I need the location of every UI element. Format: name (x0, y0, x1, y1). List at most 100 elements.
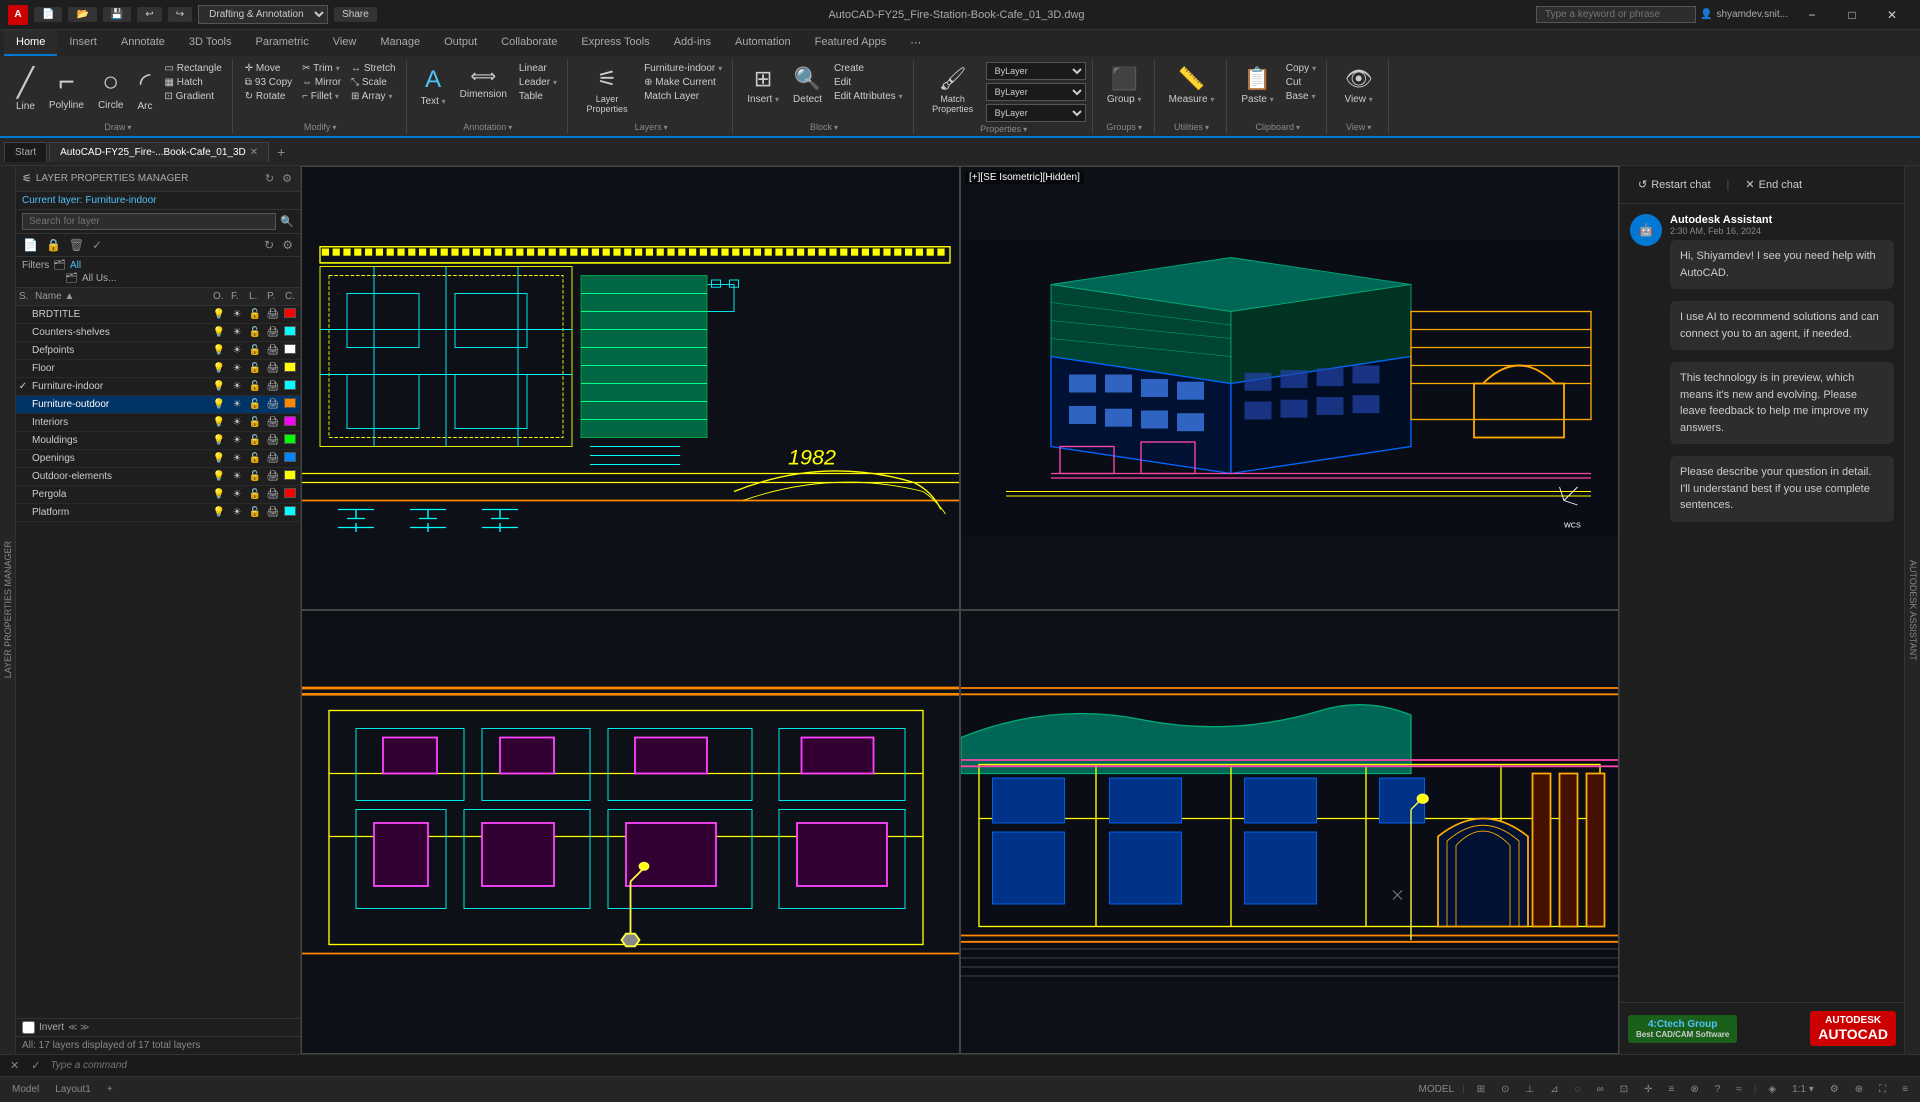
layer-search-input[interactable] (22, 213, 276, 230)
view-button[interactable]: 👁 View ▾ (1338, 62, 1378, 109)
utilities-group-arrow[interactable]: ▾ (1205, 123, 1209, 132)
layer-color-8[interactable] (282, 451, 300, 466)
properties-group-arrow[interactable]: ▾ (1023, 125, 1027, 134)
layer-color-3[interactable] (282, 361, 300, 376)
layer-panel-refresh[interactable]: ↻ (263, 170, 276, 187)
close-tab-icon[interactable]: ✕ (250, 147, 258, 158)
minimize-button[interactable]: − (1792, 0, 1832, 30)
ortho-toggle[interactable]: ⊥ (1522, 1082, 1539, 1097)
autodesk-assistant-tab[interactable]: AUTODESK ASSISTANT (1906, 552, 1920, 669)
col-status[interactable]: S. (16, 290, 32, 303)
viewport-top-right[interactable]: [+][SE Isometric][Hidden] (960, 166, 1619, 610)
layer-freeze-7[interactable]: ☀ (228, 434, 246, 447)
tab-collaborate[interactable]: Collaborate (489, 30, 569, 56)
quick-access-open[interactable]: 📂 (68, 7, 96, 22)
model-button[interactable]: Model (8, 1082, 43, 1097)
layer-lock-11[interactable]: 🔓 (246, 506, 264, 519)
layer-manager-tab-label[interactable]: LAYER PROPERTIES MANAGER (1, 533, 15, 686)
layer-plot-7[interactable]: 🖨 (264, 434, 282, 447)
layer-color-2[interactable] (282, 343, 300, 358)
anno-toggle[interactable]: 1:1 ▾ (1788, 1082, 1818, 1097)
tab-parametric[interactable]: Parametric (244, 30, 321, 56)
rectangle-button[interactable]: ▭ Rectangle (161, 62, 226, 75)
close-button[interactable]: ✕ (1872, 0, 1912, 30)
layout1-button[interactable]: Layout1 (51, 1082, 95, 1097)
layer-row-10[interactable]: Pergola 💡 ☀ 🔓 🖨 (16, 486, 300, 504)
hatch-button[interactable]: ▦ Hatch (161, 76, 226, 89)
full-screen[interactable]: ⛶ (1875, 1082, 1890, 1097)
col-color[interactable]: C. (282, 290, 300, 303)
edit-block-button[interactable]: Edit (830, 76, 907, 89)
tp-toggle[interactable]: ⊗ (1686, 1082, 1702, 1097)
all-layers-label[interactable]: All (70, 260, 81, 271)
polyline-button[interactable]: ⌐ Polyline (43, 62, 90, 115)
layer-row-4[interactable]: ✓ Furniture-indoor 💡 ☀ 🔓 🖨 (16, 378, 300, 396)
layer-row-8[interactable]: Openings 💡 ☀ 🔓 🖨 (16, 450, 300, 468)
layer-lock-0[interactable]: 🔓 (246, 308, 264, 321)
layer-freeze-11[interactable]: ☀ (228, 506, 246, 519)
polar-toggle[interactable]: ⊿ (1546, 1082, 1562, 1097)
clipboard-group-arrow[interactable]: ▾ (1296, 123, 1300, 132)
viewport-bottom-right[interactable] (960, 610, 1619, 1054)
circle-button[interactable]: ○ Circle (92, 62, 130, 115)
layer-freeze-1[interactable]: ☀ (228, 326, 246, 339)
set-current-btn[interactable]: ✓ (89, 236, 105, 254)
layer-on-3[interactable]: 💡 (210, 362, 228, 375)
gradient-button[interactable]: ⊡ Gradient (161, 90, 226, 103)
quick-access-save[interactable]: 💾 (103, 7, 131, 22)
layer-color-11[interactable] (282, 505, 300, 520)
search-input[interactable] (1536, 6, 1696, 23)
quick-access-redo[interactable]: ↪ (168, 7, 192, 22)
restart-chat-button[interactable]: ↺ Restart chat (1630, 174, 1719, 195)
array-button[interactable]: ⊞ Array ▾ (347, 90, 399, 103)
tab-more[interactable]: ⋯ (898, 30, 933, 56)
layer-settings-btn[interactable]: ⚙ (279, 236, 296, 254)
paste-button[interactable]: 📋 Paste ▾ (1235, 62, 1279, 109)
layer-row-0[interactable]: BRDTITLE 💡 ☀ 🔓 🖨 (16, 306, 300, 324)
layer-plot-1[interactable]: 🖨 (264, 326, 282, 339)
layer-freeze-0[interactable]: ☀ (228, 308, 246, 321)
layer-panel-settings[interactable]: ⚙ (280, 170, 294, 187)
tab-home[interactable]: Home (4, 30, 57, 56)
layer-lock-10[interactable]: 🔓 (246, 488, 264, 501)
bylayer-select-3[interactable]: ByLayer (986, 104, 1086, 122)
layer-row-1[interactable]: Counters-shelves 💡 ☀ 🔓 🖨 (16, 324, 300, 342)
layer-freeze-8[interactable]: ☀ (228, 452, 246, 465)
layer-on-7[interactable]: 💡 (210, 434, 228, 447)
all-used-label[interactable]: All Us... (82, 273, 116, 284)
modify-group-arrow[interactable]: ▾ (332, 123, 336, 132)
layer-plot-4[interactable]: 🖨 (264, 380, 282, 393)
layer-color-4[interactable] (282, 379, 300, 394)
create-block-button[interactable]: Create (830, 62, 907, 75)
layer-lock-5[interactable]: 🔓 (246, 398, 264, 411)
text-button[interactable]: A Text ▾ (415, 62, 452, 111)
layer-plot-11[interactable]: 🖨 (264, 506, 282, 519)
move-button[interactable]: ✛ Move (241, 62, 296, 75)
tab-expresstools[interactable]: Express Tools (569, 30, 661, 56)
block-group-arrow[interactable]: ▾ (834, 123, 838, 132)
clipboard-copy-button[interactable]: Copy ▾ (1282, 62, 1320, 75)
refresh-layers-btn[interactable]: ↻ (261, 236, 277, 254)
grid-toggle[interactable]: ⊞ (1473, 1082, 1489, 1097)
layer-row-2[interactable]: Defpoints 💡 ☀ 🔓 🖨 (16, 342, 300, 360)
lw-toggle[interactable]: ≡ (1664, 1082, 1678, 1097)
scale-button[interactable]: ⤡ Scale (347, 76, 399, 89)
layer-row-3[interactable]: Floor 💡 ☀ 🔓 🖨 (16, 360, 300, 378)
layer-row-5[interactable]: Furniture-outdoor 💡 ☀ 🔓 🖨 (16, 396, 300, 414)
copy-button[interactable]: ⧉ 93 Copy (241, 76, 296, 89)
linear-button[interactable]: Linear (515, 62, 561, 75)
viewport-bottom-left[interactable] (301, 610, 960, 1054)
dyn-toggle[interactable]: ✛ (1640, 1082, 1656, 1097)
layer-plot-2[interactable]: 🖨 (264, 344, 282, 357)
layer-plot-8[interactable]: 🖨 (264, 452, 282, 465)
customize-status[interactable]: ≡ (1898, 1082, 1912, 1097)
draw-group-arrow[interactable]: ▾ (127, 123, 131, 132)
tab-manage[interactable]: Manage (368, 30, 432, 56)
layer-freeze-5[interactable]: ☀ (228, 398, 246, 411)
delete-layer-btn[interactable]: 🗑 (66, 236, 87, 254)
layer-color-7[interactable] (282, 433, 300, 448)
layers-group-arrow[interactable]: ▾ (664, 123, 668, 132)
layer-freeze-6[interactable]: ☀ (228, 416, 246, 429)
trim-button[interactable]: ✂ Trim ▾ (298, 62, 345, 75)
invert-checkbox[interactable] (22, 1021, 35, 1034)
